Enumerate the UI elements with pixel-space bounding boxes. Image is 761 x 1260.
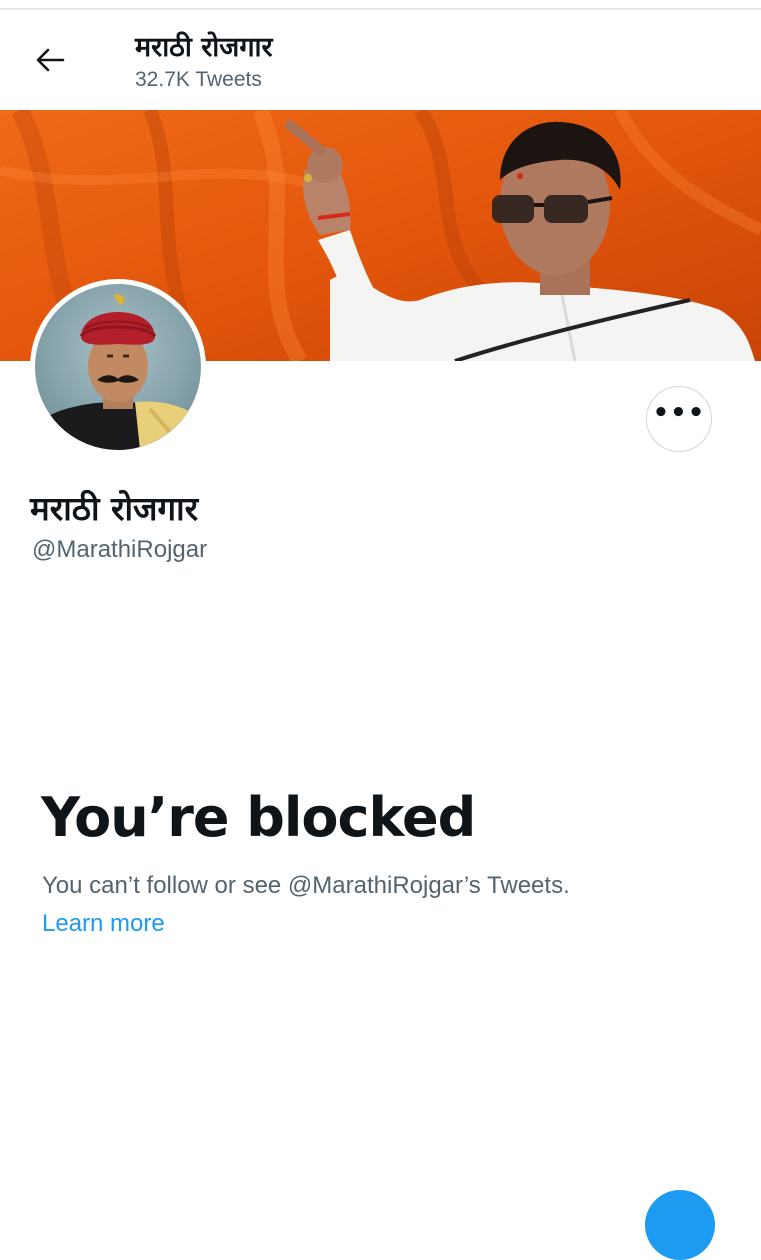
more-horizontal-icon: ••• [652,398,706,428]
more-options-button[interactable]: ••• [646,386,712,452]
profile-avatar[interactable] [30,279,206,455]
blocked-message: You can’t follow or see @MarathiRojgar’s… [42,872,570,899]
compose-tweet-button[interactable] [645,1190,715,1260]
arrow-left-icon [36,48,65,72]
blocked-title: You’re blocked [41,786,476,849]
status-bar-divider [0,0,761,10]
header-title: मराठी रोजगार [135,32,273,63]
back-button[interactable] [27,40,73,80]
avatar-image [35,284,201,450]
learn-more-link[interactable]: Learn more [42,910,165,938]
profile-handle: @MarathiRojgar [32,536,208,563]
profile-header: मराठी रोजगार 32.7K Tweets [0,10,761,110]
tweet-count: 32.7K Tweets [135,68,262,91]
profile-display-name: मराठी रोजगार [30,489,199,528]
